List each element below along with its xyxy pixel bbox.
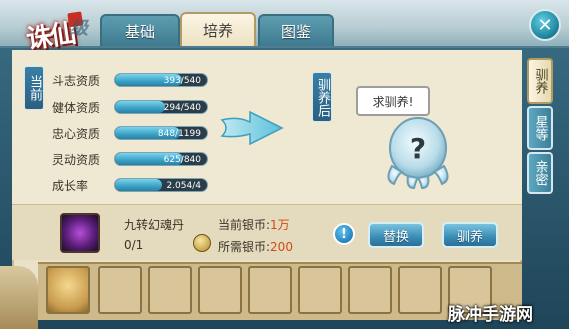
logo-tail: 级 (70, 18, 88, 39)
after-train-label: 驯养后 (312, 72, 332, 122)
pet-slot[interactable] (348, 266, 392, 314)
item-pill-icon[interactable] (60, 213, 100, 253)
replace-button[interactable]: 替换 (368, 222, 424, 248)
right-tab-train[interactable]: 驯养 (527, 58, 553, 104)
stat-bar: 625/840 (114, 152, 208, 166)
pet-slot[interactable] (98, 266, 142, 314)
tab-train[interactable]: 培养 (180, 12, 256, 46)
stat-bar: 2.054/4 (114, 178, 208, 192)
current-silver: 当前银币:1万 (218, 216, 290, 233)
current-silver-label: 当前银币: (218, 218, 271, 232)
required-silver-label: 所需银币: (218, 240, 271, 254)
stat-value: 625/840 (163, 155, 201, 165)
watermark: 脉冲手游网 (448, 305, 533, 325)
train-button[interactable]: 驯养 (442, 222, 498, 248)
info-button[interactable]: ! (333, 223, 355, 245)
stat-value: 2.054/4 (166, 181, 201, 191)
stat-bar: 294/540 (114, 100, 208, 114)
stat-label: 斗志资质 (52, 73, 101, 88)
stat-label: 健体资质 (52, 100, 101, 115)
item-name: 九转幻魂丹 (124, 218, 185, 232)
pet-slot[interactable] (148, 266, 192, 314)
stat-label: 忠心资质 (52, 126, 101, 141)
right-tab-intimacy[interactable]: 亲密 (527, 152, 553, 194)
close-icon: ✕ (537, 14, 553, 36)
right-tab-label: 驯养 (532, 68, 548, 94)
tab-handbook[interactable]: 图鉴 (258, 14, 334, 46)
stat-row-growth: 成长率 2.054/4 (52, 177, 208, 193)
pet-slot[interactable] (248, 266, 292, 314)
stat-value: 848/1199 (157, 129, 201, 139)
current-label: 当前 (24, 66, 44, 110)
current-silver-value: 1万 (270, 218, 290, 232)
stat-row-agility: 灵动资质 625/840 (52, 151, 208, 167)
stat-label: 成长率 (52, 178, 89, 193)
stat-row-fighting: 斗志资质 393/540 (52, 72, 208, 88)
stat-row-loyalty: 忠心资质 848/1199 (52, 125, 208, 141)
pet-silhouette-icon: ? (387, 117, 449, 190)
pet-slot[interactable] (198, 266, 242, 314)
stat-row-health: 健体资质 294/540 (52, 99, 208, 115)
stat-value: 294/540 (163, 103, 201, 113)
arrow-right-icon (220, 110, 284, 146)
pet-slot-avatar[interactable] (46, 266, 90, 314)
required-silver-value: 200 (270, 240, 293, 254)
stat-label: 灵动资质 (52, 152, 101, 167)
info-icon: ! (341, 226, 347, 242)
stat-bar: 393/540 (114, 73, 208, 87)
item-count: 0/1 (124, 238, 144, 252)
corner-decoration (0, 266, 38, 329)
stat-bar: 848/1199 (114, 126, 208, 140)
right-tab-label: 亲密 (532, 160, 548, 186)
stat-value: 393/540 (163, 76, 201, 86)
right-tab-star[interactable]: 星等 (527, 106, 553, 150)
close-button[interactable]: ✕ (529, 9, 561, 41)
pet-slot[interactable] (398, 266, 442, 314)
required-silver: 所需银币:200 (218, 238, 293, 255)
right-tab-label: 星等 (532, 115, 548, 141)
pet-slot[interactable] (298, 266, 342, 314)
svg-text:?: ? (410, 132, 426, 165)
coin-icon (193, 234, 211, 252)
tab-basic[interactable]: 基础 (100, 14, 180, 46)
